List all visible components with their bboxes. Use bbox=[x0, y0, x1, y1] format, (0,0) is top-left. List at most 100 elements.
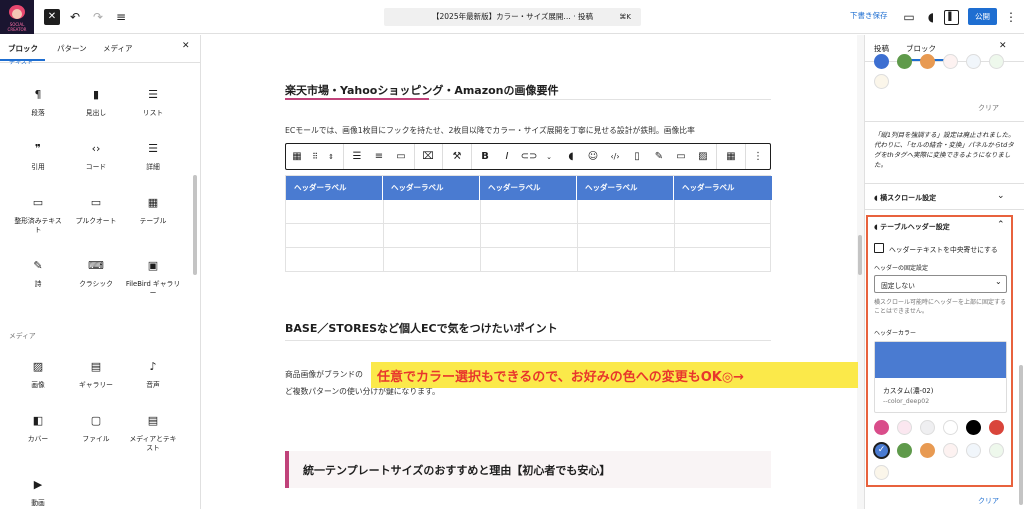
color-swatch[interactable] bbox=[943, 54, 958, 69]
color-swatch[interactable] bbox=[943, 420, 958, 435]
more-options-icon[interactable]: ⋮ bbox=[749, 144, 767, 170]
highlight-icon[interactable]: ▯ bbox=[628, 144, 646, 170]
paragraph-2-start[interactable]: 商品画像がブランドの bbox=[285, 369, 363, 380]
italic-icon[interactable]: I bbox=[498, 144, 516, 170]
block-filebird-gallery[interactable]: ▣ FileBird ギャラリー bbox=[125, 259, 181, 298]
color-swatch[interactable] bbox=[920, 54, 935, 69]
block-preformatted[interactable]: ▭ 整形済みテキスト bbox=[14, 196, 62, 235]
table-header-settings-panel[interactable]: ◖ テーブルヘッダー設定 bbox=[874, 222, 950, 232]
chevron-up-icon[interactable]: ⌃ bbox=[997, 220, 1005, 230]
inserter-scrollbar[interactable] bbox=[193, 175, 197, 275]
paragraph-1[interactable]: ECモールでは、画像1枚目にフックを持たせ、2枚目以降でカラー・サイズ展開を丁寧… bbox=[285, 125, 771, 136]
emoji-icon[interactable]: ☺ bbox=[584, 144, 602, 170]
color-swatch[interactable] bbox=[920, 420, 935, 435]
clear-format-icon[interactable]: ⌧ bbox=[419, 144, 437, 170]
block-gallery[interactable]: ▤ ギャラリー bbox=[72, 360, 120, 390]
table-block-icon[interactable]: ▦ bbox=[288, 144, 306, 170]
color-swatch[interactable] bbox=[874, 465, 889, 480]
color-swatch[interactable] bbox=[874, 54, 889, 69]
block-image[interactable]: ▨ 画像 bbox=[14, 360, 62, 390]
block-audio[interactable]: ♪ 音声 bbox=[129, 360, 177, 390]
document-overview-icon[interactable]: ≡ bbox=[112, 8, 130, 26]
tab-patterns[interactable]: パターン bbox=[57, 43, 87, 54]
heading-1[interactable]: 楽天市場・Yahooショッピング・Amazonの画像要件 bbox=[285, 82, 771, 99]
block-pullquote[interactable]: ▭ プルクオート bbox=[72, 196, 120, 226]
editor-scrollbar[interactable] bbox=[858, 235, 862, 275]
color-swatch[interactable] bbox=[989, 443, 1004, 458]
inline-code-icon[interactable]: ‹/› bbox=[606, 144, 624, 170]
undo-icon[interactable]: ↶ bbox=[66, 8, 84, 26]
preview-icon[interactable]: ▭ bbox=[900, 8, 918, 26]
table-edit-icon[interactable]: ▦ bbox=[722, 144, 740, 170]
bold-icon[interactable]: B bbox=[476, 144, 494, 170]
color-swatch[interactable] bbox=[989, 54, 1004, 69]
tab-post[interactable]: 投稿 bbox=[874, 43, 889, 54]
color-swatch[interactable] bbox=[966, 443, 981, 458]
color-swatch[interactable] bbox=[943, 443, 958, 458]
block-file[interactable]: ▢ ファイル bbox=[72, 414, 120, 444]
color-swatch[interactable] bbox=[920, 443, 935, 458]
block-video[interactable]: ▶ 動画 bbox=[14, 478, 62, 508]
block-heading[interactable]: ▮ 見出し bbox=[72, 88, 120, 118]
block-media-text[interactable]: ▤ メディアとテキスト bbox=[129, 414, 177, 453]
close-icon[interactable]: ✕ bbox=[44, 9, 60, 25]
swell-icon[interactable]: ◖ bbox=[922, 8, 940, 26]
block-list[interactable]: ☰ リスト bbox=[129, 88, 177, 118]
caption-icon[interactable]: ▭ bbox=[392, 144, 410, 170]
block-details[interactable]: ☰ 詳細 bbox=[129, 142, 177, 172]
table-header-cell[interactable]: ヘッダーラベル bbox=[286, 176, 383, 200]
save-draft-button[interactable]: 下書き保存 bbox=[850, 10, 888, 21]
heading-3-box[interactable]: 統一テンプレートサイズのおすすめと理由【初心者でも安心】 bbox=[285, 451, 771, 488]
move-updown-icon[interactable]: ⇕ bbox=[322, 144, 340, 170]
center-header-checkbox[interactable] bbox=[874, 243, 884, 253]
box-icon[interactable]: ▭ bbox=[672, 144, 690, 170]
header-fix-select[interactable]: 固定しない ⌄ bbox=[874, 275, 1007, 293]
table-header-cell[interactable]: ヘッダーラベル bbox=[577, 176, 674, 200]
chevron-down-icon[interactable]: ⌄ bbox=[540, 144, 558, 170]
tab-blocks[interactable]: ブロック bbox=[8, 43, 38, 54]
table-block[interactable]: ヘッダーラベル ヘッダーラベル ヘッダーラベル ヘッダーラベル ヘッダーラベル bbox=[285, 175, 772, 272]
color-swatch[interactable] bbox=[897, 54, 912, 69]
swell-format-icon[interactable]: ◖ bbox=[562, 144, 580, 170]
align-text-icon[interactable]: ≡ bbox=[370, 144, 388, 170]
site-logo[interactable]: SOCIAL CREATOR bbox=[0, 0, 34, 34]
align-wide-icon[interactable]: ☰ bbox=[348, 144, 366, 170]
color-swatch[interactable] bbox=[966, 54, 981, 69]
tab-block[interactable]: ブロック bbox=[906, 43, 936, 54]
block-classic[interactable]: ⌨ クラシック bbox=[72, 259, 120, 289]
block-cover[interactable]: ◧ カバー bbox=[14, 414, 62, 444]
document-title-bar[interactable]: 【2025年最新版】カラー・サイズ展開… · 投稿 ⌘K bbox=[384, 8, 641, 26]
clear-header-color-button[interactable]: クリア bbox=[978, 496, 999, 506]
color-swatch[interactable] bbox=[874, 420, 889, 435]
table-header-cell[interactable]: ヘッダーラベル bbox=[674, 176, 771, 200]
scroll-settings-panel[interactable]: ◖ 横スクロール設定 bbox=[874, 193, 936, 203]
heading-2[interactable]: BASE／STORESなど個人ECで気をつけたいポイント bbox=[285, 320, 771, 336]
clear-color-button[interactable]: クリア bbox=[978, 103, 999, 113]
close-settings-icon[interactable]: ✕ bbox=[999, 41, 1007, 51]
selected-color-swatch[interactable]: ✓ bbox=[873, 442, 890, 459]
block-quote[interactable]: ❞ 引用 bbox=[14, 142, 62, 172]
link-icon[interactable]: ⊂⊃ bbox=[520, 144, 538, 170]
color-swatch[interactable] bbox=[897, 443, 912, 458]
options-menu-icon[interactable]: ⋮ bbox=[1002, 8, 1020, 26]
block-paragraph[interactable]: ¶ 段落 bbox=[14, 88, 62, 118]
settings-scrollbar[interactable] bbox=[1019, 365, 1023, 505]
pen-icon[interactable]: ✎ bbox=[650, 144, 668, 170]
color-swatch[interactable] bbox=[874, 74, 889, 89]
publish-button[interactable]: 公開 bbox=[968, 8, 997, 25]
redo-icon[interactable]: ↷ bbox=[89, 8, 107, 26]
marker-tool-icon[interactable]: ⚒ bbox=[448, 144, 466, 170]
table-header-cell[interactable]: ヘッダーラベル bbox=[480, 176, 577, 200]
color-swatch[interactable] bbox=[897, 420, 912, 435]
color-preview-card[interactable]: カスタム(濃-02) --color_deep02 bbox=[874, 341, 1007, 413]
close-inserter-icon[interactable]: ✕ bbox=[182, 41, 190, 51]
chevron-down-icon[interactable]: ⌄ bbox=[997, 191, 1005, 201]
block-verse[interactable]: ✎ 詩 bbox=[14, 259, 62, 289]
settings-panel-toggle-icon[interactable]: ▌ bbox=[944, 10, 959, 25]
tab-media[interactable]: メディア bbox=[103, 43, 132, 54]
block-code[interactable]: ‹› コード bbox=[72, 142, 120, 172]
color-swatch[interactable] bbox=[966, 420, 981, 435]
table-header-cell[interactable]: ヘッダーラベル bbox=[383, 176, 480, 200]
color-swatch[interactable] bbox=[989, 420, 1004, 435]
stripe-icon[interactable]: ▨ bbox=[694, 144, 712, 170]
